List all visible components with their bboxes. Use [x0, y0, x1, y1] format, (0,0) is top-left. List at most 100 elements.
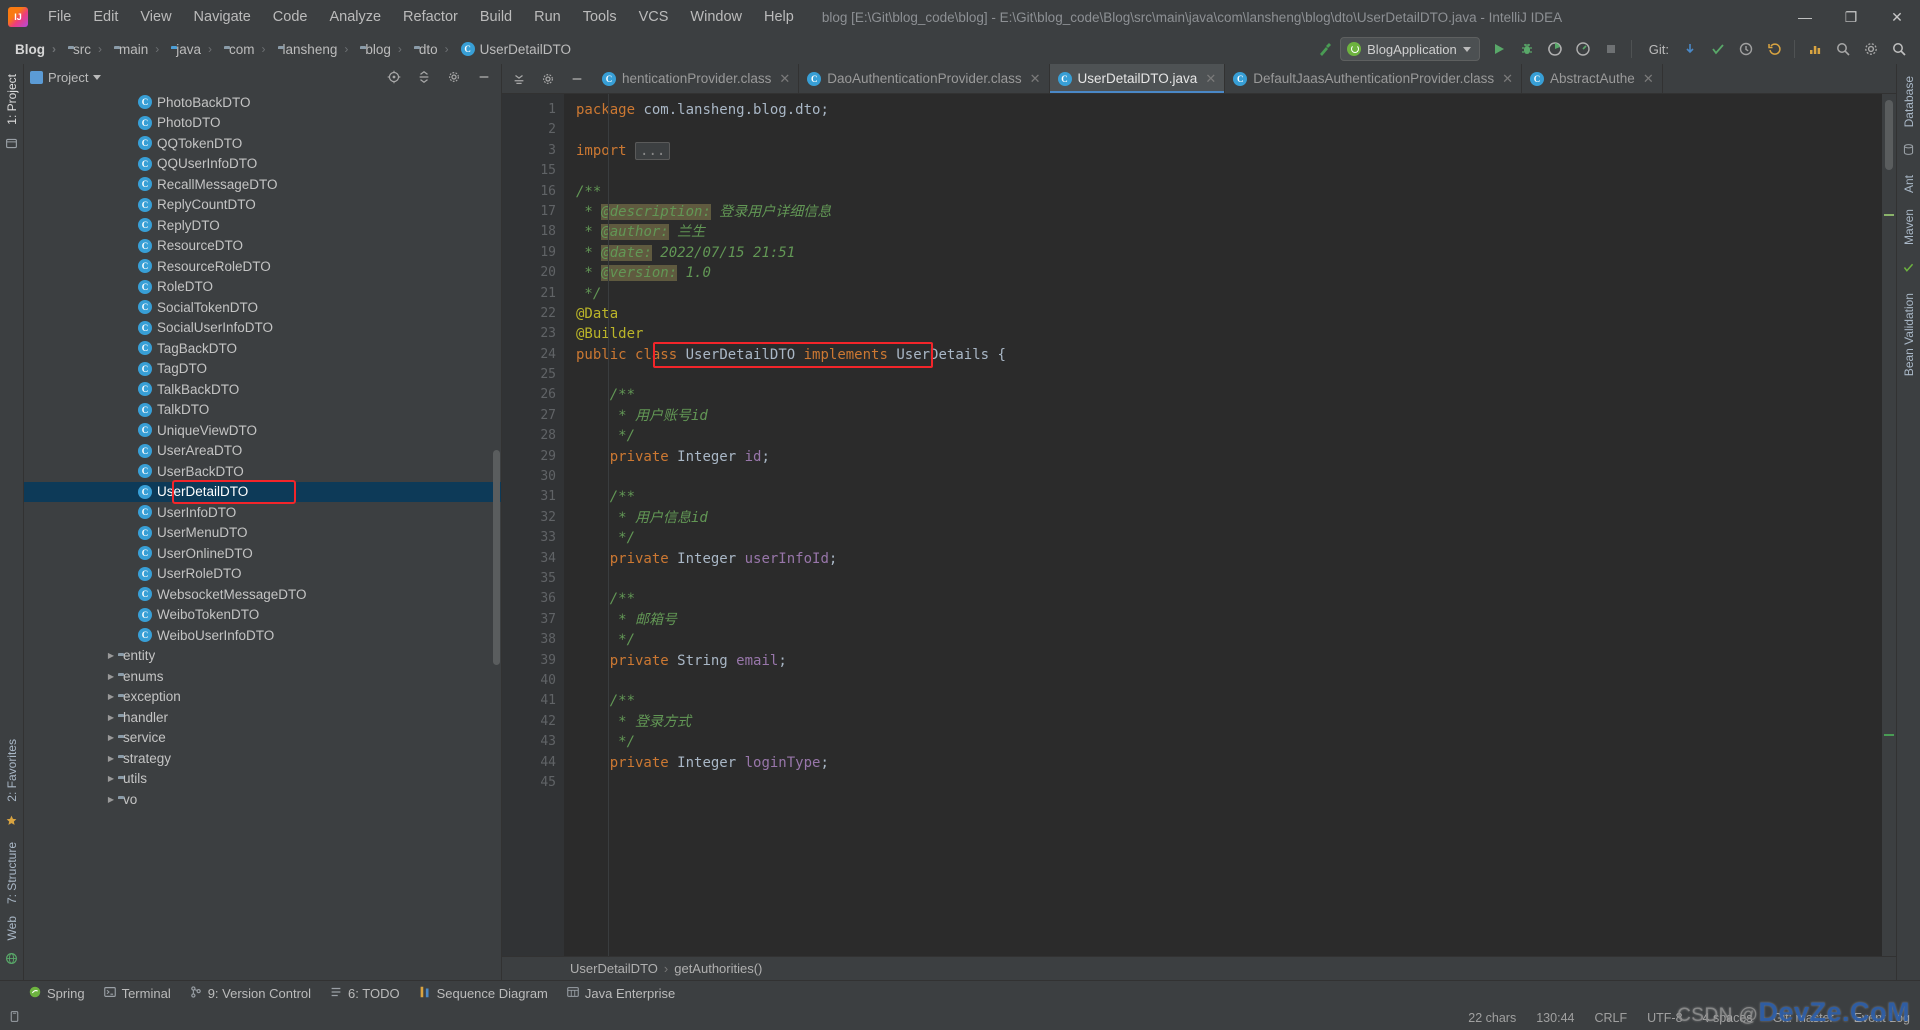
- breadcrumb-item-main[interactable]: main ›: [110, 40, 167, 59]
- update-project-icon[interactable]: [1677, 37, 1703, 61]
- history-icon[interactable]: [1733, 37, 1759, 61]
- code-line[interactable]: */: [576, 528, 1882, 548]
- web-globe-icon[interactable]: [5, 952, 18, 968]
- tree-node[interactable]: ▶ vo: [24, 789, 501, 810]
- tree-node[interactable]: C PhotoBackDTO: [24, 92, 501, 113]
- code-line[interactable]: private Integer id;: [576, 447, 1882, 467]
- close-tab-icon[interactable]: ✕: [1205, 71, 1216, 87]
- tree-node[interactable]: C QQUserInfoDTO: [24, 154, 501, 175]
- commit-icon[interactable]: [1705, 37, 1731, 61]
- status-line-separator[interactable]: CRLF: [1594, 1011, 1627, 1025]
- code-line[interactable]: [576, 120, 1882, 140]
- status-encoding[interactable]: UTF-8: [1647, 1011, 1682, 1025]
- line-number[interactable]: 34: [502, 549, 564, 569]
- tree-node[interactable]: C ReplyCountDTO: [24, 195, 501, 216]
- line-number[interactable]: 36: [502, 589, 564, 609]
- hide-editor-tabs-icon[interactable]: [564, 67, 590, 91]
- breadcrumb-item-src[interactable]: src ›: [64, 40, 110, 59]
- line-number[interactable]: 45: [502, 773, 564, 793]
- line-number[interactable]: 20: [502, 263, 564, 283]
- code-line[interactable]: private Integer loginType;: [576, 753, 1882, 773]
- line-number[interactable]: 42: [502, 712, 564, 732]
- line-number[interactable]: 30: [502, 467, 564, 487]
- breadcrumb-item-blog[interactable]: blog ›: [356, 40, 410, 59]
- collapse-tabs-icon[interactable]: [506, 67, 532, 91]
- tree-node[interactable]: C PhotoDTO: [24, 113, 501, 134]
- tree-node[interactable]: C TagDTO: [24, 359, 501, 380]
- tree-node[interactable]: C QQTokenDTO: [24, 133, 501, 154]
- editor-tab[interactable]: C AbstractAuthe ✕: [1522, 64, 1663, 93]
- error-marker-bar[interactable]: [1882, 94, 1896, 956]
- tree-node[interactable]: C ReplyDTO: [24, 215, 501, 236]
- breadcrumb-item-lansheng[interactable]: lansheng ›: [274, 40, 357, 59]
- favorites-star-icon[interactable]: [5, 814, 18, 830]
- sidebar-item-ant[interactable]: Ant: [1902, 169, 1916, 199]
- tree-node[interactable]: ▶ exception: [24, 687, 501, 708]
- code-line[interactable]: [576, 467, 1882, 487]
- code-line[interactable]: /**: [576, 691, 1882, 711]
- line-number[interactable]: 19: [502, 243, 564, 263]
- breadcrumb-item-userdetaildto[interactable]: C UserDetailDTO: [457, 40, 574, 59]
- code-line[interactable]: /**: [576, 487, 1882, 507]
- menu-item-vcs[interactable]: VCS: [629, 6, 679, 28]
- maximize-button[interactable]: ❐: [1828, 0, 1874, 34]
- line-number[interactable]: 16: [502, 182, 564, 202]
- status-indent[interactable]: 4 spaces: [1703, 1011, 1753, 1025]
- line-number[interactable]: 39: [502, 651, 564, 671]
- tree-node[interactable]: C TalkDTO: [24, 400, 501, 421]
- status-git-branch[interactable]: Git: master: [1773, 1011, 1834, 1025]
- code-line[interactable]: /**: [576, 589, 1882, 609]
- bean-validation-icon[interactable]: [1902, 261, 1915, 277]
- code-line[interactable]: [576, 365, 1882, 385]
- code-line[interactable]: [576, 161, 1882, 181]
- close-tab-icon[interactable]: ✕: [1643, 71, 1654, 87]
- tool-window-button-terminal[interactable]: Terminal: [103, 985, 171, 1002]
- stop-button[interactable]: [1598, 37, 1624, 61]
- tree-node[interactable]: C ResourceRoleDTO: [24, 256, 501, 277]
- project-settings-gear-icon[interactable]: [441, 65, 467, 89]
- breadcrumb-method[interactable]: getAuthorities(): [674, 961, 762, 976]
- status-caret-position[interactable]: 130:44: [1536, 1011, 1574, 1025]
- sidebar-item-structure[interactable]: 7: Structure: [5, 836, 19, 910]
- rollback-icon[interactable]: [1761, 37, 1787, 61]
- tree-node[interactable]: ▶ service: [24, 728, 501, 749]
- code-line[interactable]: */: [576, 284, 1882, 304]
- tree-node[interactable]: C TagBackDTO: [24, 338, 501, 359]
- search-icon[interactable]: [1886, 37, 1912, 61]
- tree-node[interactable]: C UserOnlineDTO: [24, 543, 501, 564]
- line-number[interactable]: 1: [502, 100, 564, 120]
- tree-node[interactable]: C UserBackDTO: [24, 461, 501, 482]
- line-number[interactable]: 21: [502, 284, 564, 304]
- breadcrumb-item-com[interactable]: com ›: [220, 40, 274, 59]
- expand-arrow-icon[interactable]: ▶: [104, 651, 118, 660]
- line-number[interactable]: 23: [502, 324, 564, 344]
- menu-item-edit[interactable]: Edit: [83, 6, 128, 28]
- code-line[interactable]: [576, 569, 1882, 589]
- code-line[interactable]: * 用户账号id: [576, 406, 1882, 426]
- code-line[interactable]: */: [576, 732, 1882, 752]
- tool-window-button-java-enterprise[interactable]: Java Enterprise: [566, 985, 675, 1002]
- close-tab-icon[interactable]: ✕: [1502, 71, 1513, 87]
- code-line[interactable]: private Integer userInfoId;: [576, 549, 1882, 569]
- search-everywhere-icon[interactable]: [1830, 37, 1856, 61]
- status-event-log[interactable]: Event Log: [1854, 1011, 1910, 1025]
- status-bar-widget-icon[interactable]: [8, 1010, 21, 1026]
- menu-item-tools[interactable]: Tools: [573, 6, 627, 28]
- line-number[interactable]: 41: [502, 691, 564, 711]
- code-line[interactable]: [576, 773, 1882, 793]
- settings-gear-icon[interactable]: [1858, 37, 1884, 61]
- editor-tab[interactable]: C DefaultJaasAuthenticationProvider.class…: [1225, 64, 1523, 93]
- minimize-button[interactable]: —: [1782, 0, 1828, 34]
- menu-item-file[interactable]: File: [38, 6, 81, 28]
- tree-node[interactable]: C RoleDTO: [24, 277, 501, 298]
- tree-node[interactable]: C UniqueViewDTO: [24, 420, 501, 441]
- tree-node[interactable]: C RecallMessageDTO: [24, 174, 501, 195]
- tree-node[interactable]: C UserInfoDTO: [24, 502, 501, 523]
- tool-window-button-sequence-diagram[interactable]: Sequence Diagram: [418, 985, 548, 1002]
- code-line[interactable]: * 用户信息id: [576, 508, 1882, 528]
- debug-button[interactable]: [1514, 37, 1540, 61]
- tree-node[interactable]: ▶ strategy: [24, 748, 501, 769]
- tree-node[interactable]: C UserMenuDTO: [24, 523, 501, 544]
- code-line[interactable]: private String email;: [576, 651, 1882, 671]
- tree-node-selected[interactable]: C UserDetailDTO: [24, 481, 501, 502]
